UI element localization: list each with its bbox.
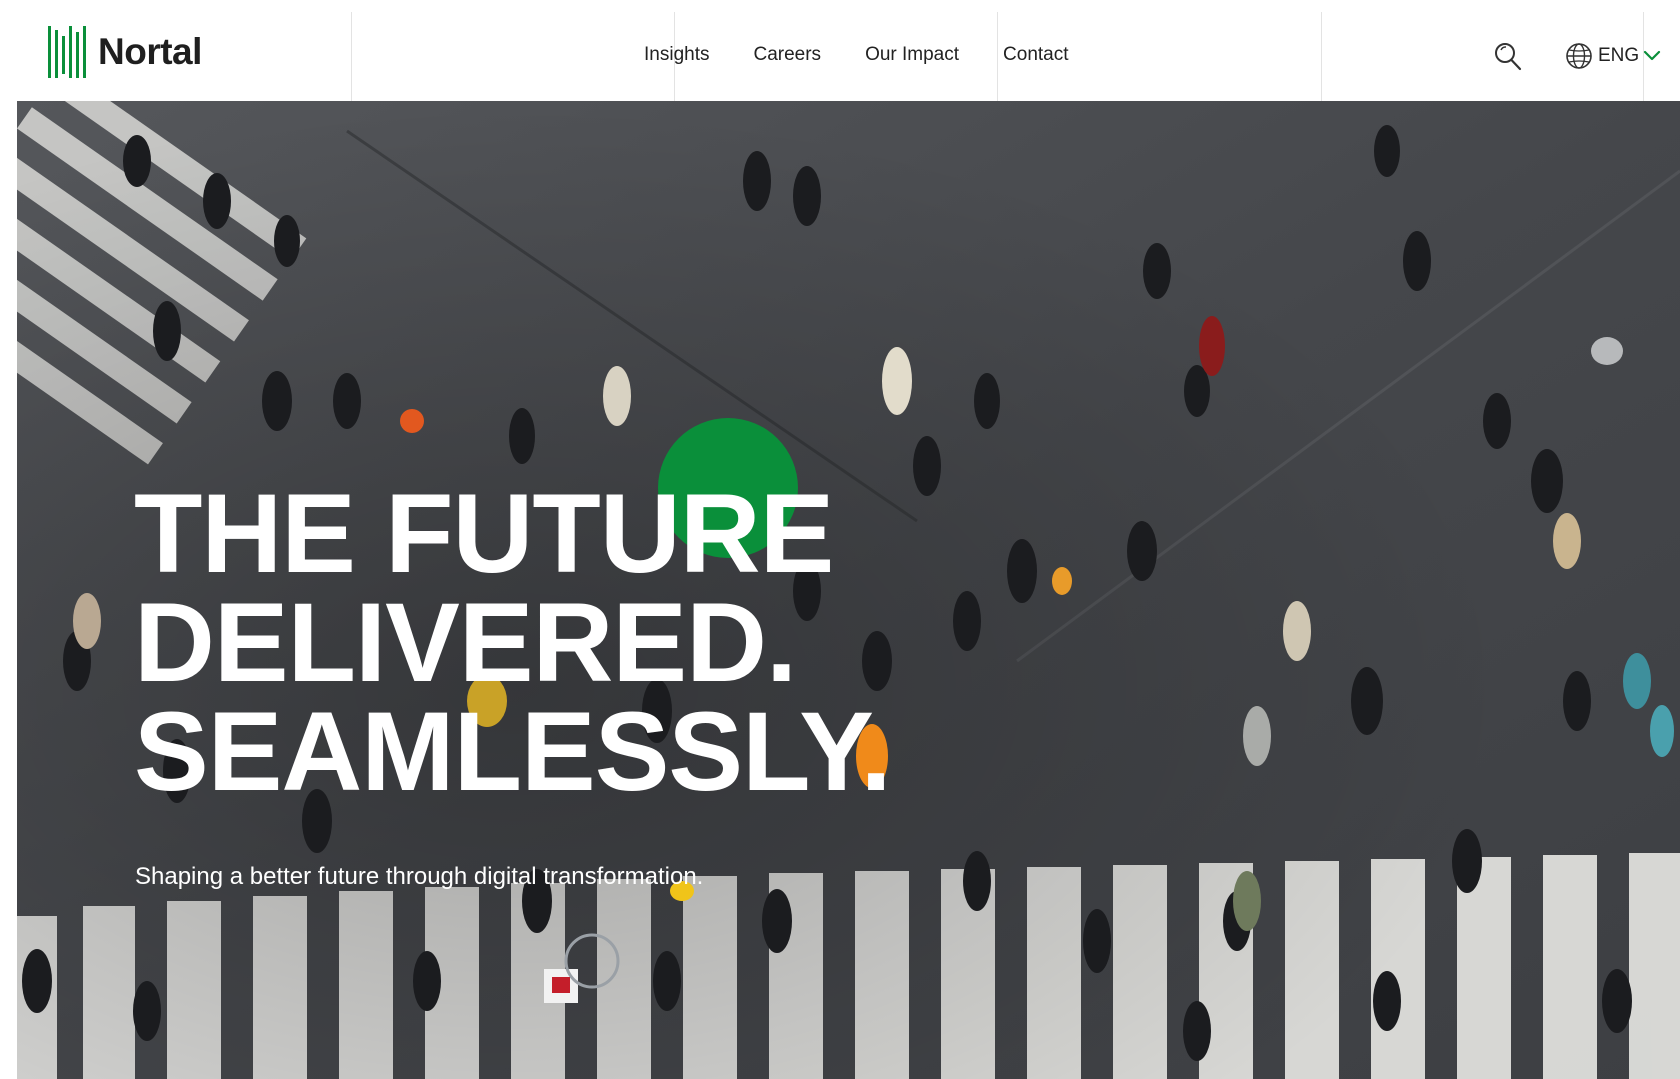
logo-mark-icon <box>48 26 86 78</box>
header-divider <box>351 12 352 101</box>
globe-icon <box>1566 43 1592 69</box>
main-nav: Insights Careers Our Impact Contact <box>644 44 1113 66</box>
chevron-down-icon <box>1644 50 1661 61</box>
headline-line-3: SEAMLESSLY. <box>134 689 892 814</box>
hero-headline: THE FUTURE DELIVERED. SEAMLESSLY. <box>134 471 892 814</box>
nav-insights-link[interactable]: Insights <box>644 44 709 66</box>
language-selector[interactable]: ENG <box>1565 42 1661 70</box>
hero-section: THE FUTURE DELIVERED. SEAMLESSLY. Shapin… <box>17 101 1680 1079</box>
nav-contact-link[interactable]: Contact <box>1003 44 1068 66</box>
search-icon <box>1495 43 1522 71</box>
nav-careers-link[interactable]: Careers <box>753 44 821 66</box>
logo-wordmark: Nortal <box>98 31 202 72</box>
site-header: Nortal Insights Careers Our Impact Conta… <box>0 0 1680 101</box>
headline-line-1: THE FUTURE <box>134 471 834 596</box>
language-label: ENG <box>1598 45 1640 66</box>
nav-our-impact-link[interactable]: Our Impact <box>865 44 959 66</box>
search-button[interactable] <box>1493 40 1523 72</box>
headline-line-2: DELIVERED. <box>134 580 797 705</box>
nortal-logo[interactable]: Nortal <box>46 24 202 80</box>
header-divider <box>1321 12 1322 101</box>
hero-subtitle: Shaping a better future through digital … <box>135 863 704 890</box>
